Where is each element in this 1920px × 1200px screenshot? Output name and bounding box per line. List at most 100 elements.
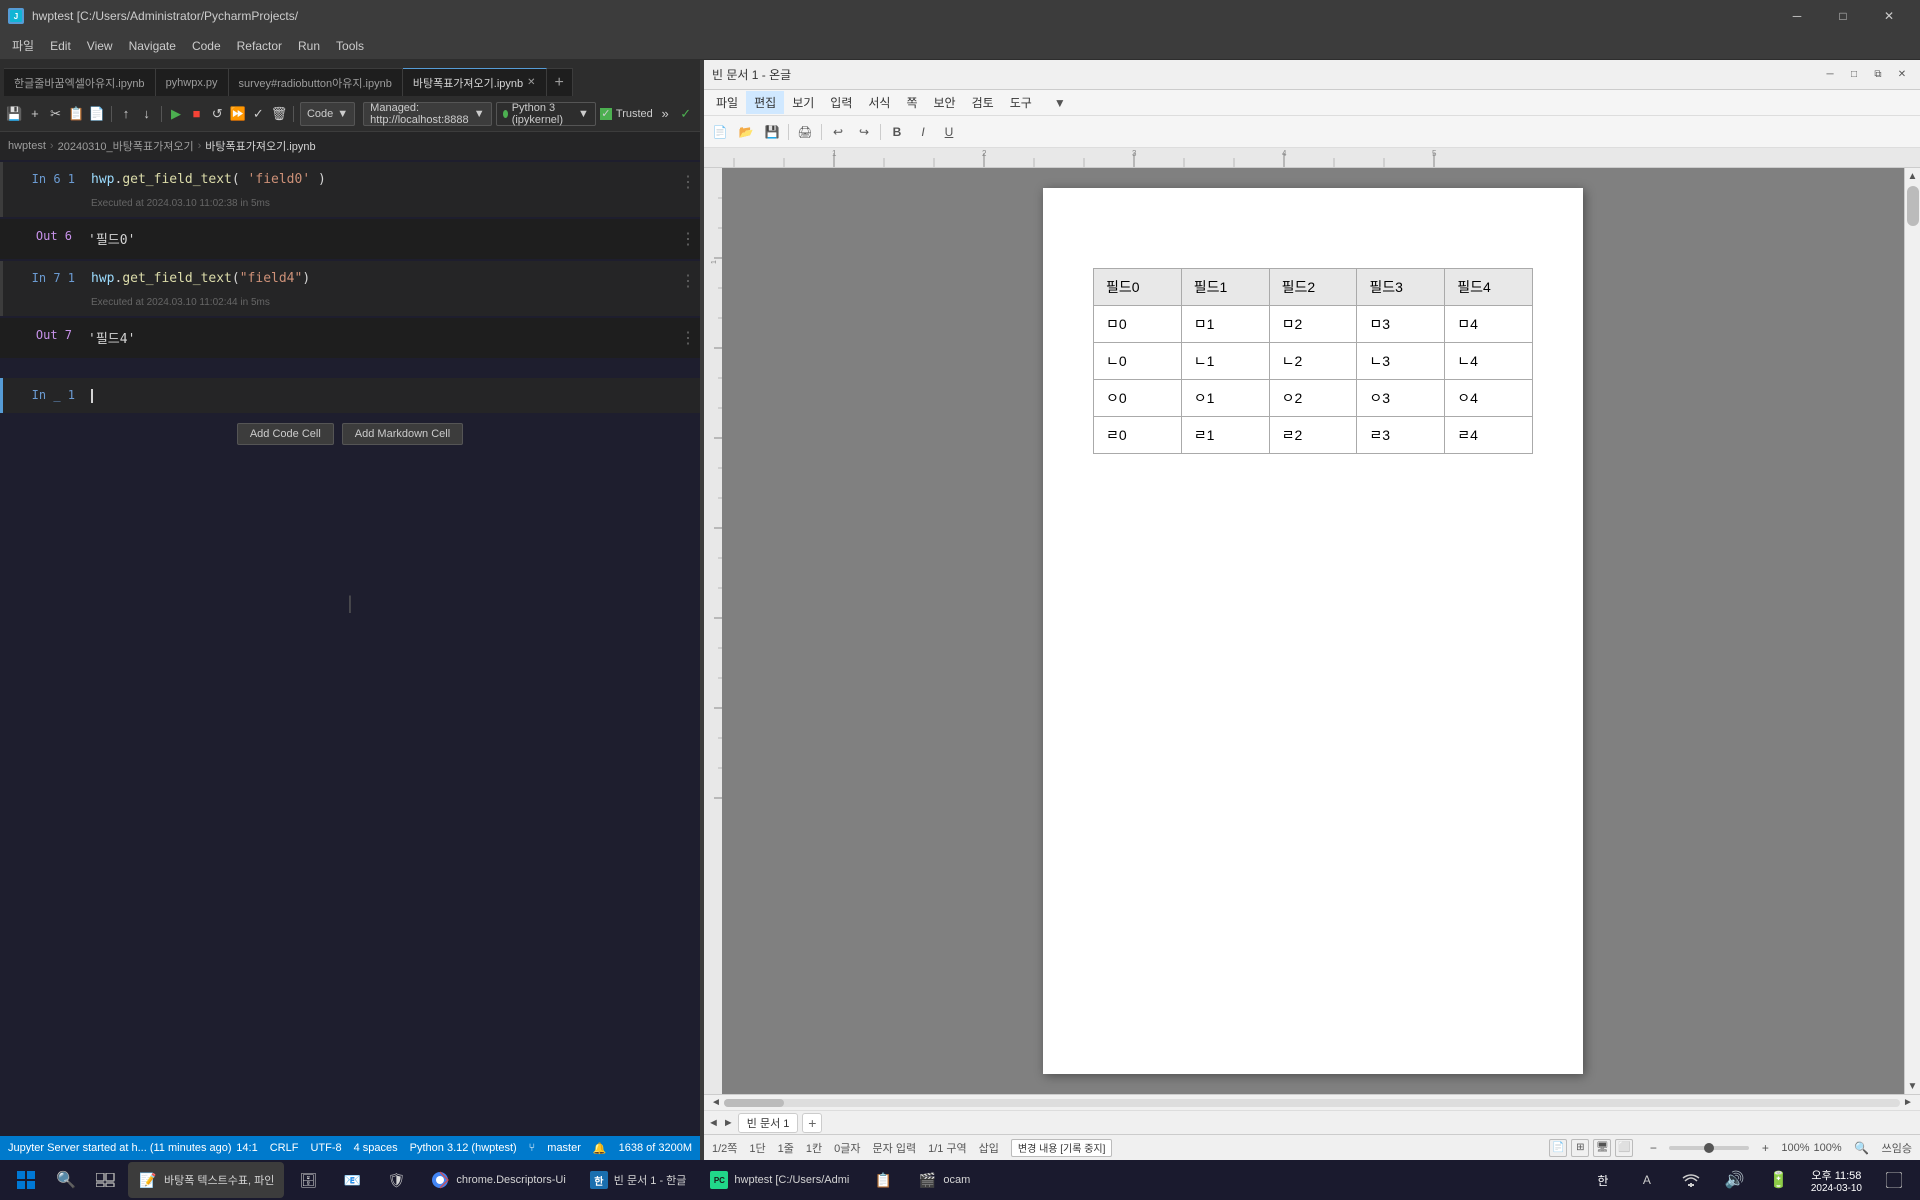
- paste-button[interactable]: 📄: [88, 102, 105, 126]
- cell-out-7-more[interactable]: ⋮: [676, 322, 700, 354]
- hwp-scroll-track[interactable]: [1905, 184, 1920, 1078]
- hwp-scroll-down[interactable]: ▼: [1905, 1078, 1920, 1094]
- menu-navigate[interactable]: Navigate: [121, 35, 184, 57]
- taskbar-app-clipboard[interactable]: 📋: [863, 1162, 903, 1198]
- cell-in-7-more[interactable]: ⋮: [676, 265, 700, 297]
- task-view-button[interactable]: [88, 1162, 124, 1198]
- tab-radiobutton[interactable]: survey#radiobutton아유지.ipynb: [229, 68, 403, 96]
- cell-input-code[interactable]: [83, 382, 700, 409]
- hwp-minimize-button[interactable]: ─: [1820, 65, 1840, 85]
- start-button[interactable]: [8, 1162, 44, 1198]
- breadcrumb-file[interactable]: 바탕폭표가져오기.ipynb: [205, 138, 315, 154]
- hwp-scroll-thumb[interactable]: [1907, 186, 1919, 226]
- tab-close-icon[interactable]: ✕: [527, 77, 535, 88]
- clear-button[interactable]: 🗑: [271, 102, 288, 126]
- menu-run[interactable]: Run: [290, 35, 328, 57]
- keyboard-icon[interactable]: 한: [1585, 1162, 1621, 1198]
- restart-run-button[interactable]: ⏩: [229, 102, 246, 126]
- menu-refactor[interactable]: Refactor: [229, 35, 290, 57]
- hwp-menu-review[interactable]: 검토: [964, 91, 1002, 114]
- hwp-view-btn-1[interactable]: 📄: [1549, 1139, 1567, 1157]
- ime-icon[interactable]: A: [1629, 1162, 1665, 1198]
- move-down-button[interactable]: ↓: [138, 102, 155, 126]
- hwp-zoom-thumb[interactable]: [1704, 1143, 1714, 1153]
- hwp-prev-tab[interactable]: ◄: [708, 1117, 719, 1129]
- hwp-menu-edit[interactable]: 편집: [746, 91, 784, 114]
- more-button[interactable]: »: [657, 102, 674, 126]
- cell-in-6-more[interactable]: ⋮: [676, 166, 700, 198]
- taskbar-app-explorer[interactable]: 🗄: [288, 1162, 328, 1198]
- trusted-checkbox[interactable]: ✓: [600, 108, 612, 120]
- clock-display[interactable]: 오후 11:58 2024-03-10: [1805, 1167, 1868, 1194]
- hwp-restore-button[interactable]: ⧉: [1868, 65, 1888, 85]
- hwp-scrollbar-h[interactable]: ◄ ►: [704, 1094, 1920, 1110]
- menu-code[interactable]: Code: [184, 35, 229, 57]
- hwp-zoom-in[interactable]: +: [1753, 1136, 1777, 1160]
- taskbar-app-mail[interactable]: 📧: [332, 1162, 372, 1198]
- server-dropdown[interactable]: Managed: http://localhost:8888 ▼: [363, 102, 491, 126]
- hwp-scroll-left[interactable]: ◄: [708, 1097, 724, 1109]
- hwp-print-button[interactable]: 🖨: [793, 120, 817, 144]
- add-code-cell-button[interactable]: Add Code Cell: [237, 423, 334, 445]
- breadcrumb-root[interactable]: hwptest: [8, 140, 46, 152]
- taskbar-app-ocam[interactable]: 🎬 ocam: [907, 1162, 980, 1198]
- minimize-button[interactable]: ─: [1774, 0, 1820, 32]
- cell-in-6-code[interactable]: hwp.get_field_text( 'field0' ): [83, 166, 676, 193]
- maximize-button[interactable]: □: [1820, 0, 1866, 32]
- stop-button[interactable]: ■: [188, 102, 205, 126]
- close-button[interactable]: ✕: [1866, 0, 1912, 32]
- hwp-magnifier-button[interactable]: 🔍: [1850, 1136, 1874, 1160]
- hwp-open-button[interactable]: 📂: [734, 120, 758, 144]
- hwp-menu-tools[interactable]: 도구: [1002, 91, 1040, 114]
- volume-icon[interactable]: 🔊: [1717, 1162, 1753, 1198]
- menu-edit[interactable]: Edit: [42, 35, 79, 57]
- hwp-undo-button[interactable]: ↩: [826, 120, 850, 144]
- hwp-menu-security[interactable]: 보안: [926, 91, 964, 114]
- hwp-scroll-up[interactable]: ▲: [1905, 168, 1920, 184]
- save-button[interactable]: 💾: [6, 102, 23, 126]
- hwp-menu-format[interactable]: 서식: [860, 91, 898, 114]
- hwp-redo-button[interactable]: ↪: [852, 120, 876, 144]
- notification-button[interactable]: [1876, 1162, 1912, 1198]
- hwp-tab-add[interactable]: +: [802, 1113, 822, 1133]
- hwp-italic-button[interactable]: I: [911, 120, 935, 144]
- hwp-page-area[interactable]: 필드0 필드1 필드2 필드3 필드4 ㅁ0 ㅁ1: [722, 168, 1904, 1094]
- hwp-menu-input[interactable]: 입력: [822, 91, 860, 114]
- search-button[interactable]: 🔍: [48, 1162, 84, 1198]
- cell-type-dropdown[interactable]: Code ▼: [300, 102, 355, 126]
- taskbar-app-hwp[interactable]: 한 빈 문서 1 - 한글: [580, 1162, 697, 1198]
- battery-icon[interactable]: 🔋: [1761, 1162, 1797, 1198]
- trusted-badge[interactable]: ✓ Trusted: [600, 102, 653, 126]
- empty-area[interactable]: |: [0, 453, 700, 753]
- hwp-menu-file[interactable]: 파일: [708, 91, 746, 114]
- tab-pyhwpx[interactable]: pyhwpx.py: [156, 68, 229, 96]
- hwp-close-button[interactable]: ✕: [1892, 65, 1912, 85]
- hwp-new-button[interactable]: 📄: [708, 120, 732, 144]
- add-cell-button[interactable]: +: [27, 102, 44, 126]
- hwp-next-tab[interactable]: ►: [723, 1117, 734, 1129]
- hwp-hscroll-track[interactable]: [724, 1099, 1900, 1107]
- cell-in-7-code[interactable]: hwp.get_field_text("field4"): [83, 265, 676, 292]
- taskbar-app-notepad[interactable]: 📝 바탕폭 텍스트수표, 파인: [128, 1162, 284, 1198]
- breadcrumb-folder[interactable]: 20240310_바탕폭표가져오기: [58, 138, 194, 154]
- taskbar-app-pycharm[interactable]: PC hwptest [C:/Users/Admi: [700, 1162, 859, 1198]
- hwp-hscroll-thumb[interactable]: [724, 1099, 784, 1107]
- menu-tools[interactable]: Tools: [328, 35, 372, 57]
- tab-barang[interactable]: 바탕폭표가져오기.ipynb ✕: [403, 68, 547, 96]
- hwp-view-btn-4[interactable]: ⬜: [1615, 1139, 1633, 1157]
- run-button[interactable]: ▶: [168, 102, 185, 126]
- hwp-view-btn-2[interactable]: ⊞: [1571, 1139, 1589, 1157]
- hwp-save-button[interactable]: 💾: [760, 120, 784, 144]
- move-up-button[interactable]: ↑: [118, 102, 135, 126]
- hwp-menu-view[interactable]: 보기: [784, 91, 822, 114]
- hwp-scrollbar-v[interactable]: ▲ ▼: [1904, 168, 1920, 1094]
- hwp-menu-page[interactable]: 쪽: [898, 91, 925, 114]
- code-check-button[interactable]: ✓: [250, 102, 267, 126]
- hwp-tab-doc1[interactable]: 빈 문서 1: [738, 1113, 799, 1133]
- menu-file[interactable]: 파일: [4, 33, 42, 58]
- hwp-scroll-right[interactable]: ►: [1900, 1097, 1916, 1109]
- copy-button[interactable]: 📋: [68, 102, 85, 126]
- hwp-zoom-slider[interactable]: [1669, 1146, 1749, 1150]
- add-markdown-cell-button[interactable]: Add Markdown Cell: [342, 423, 463, 445]
- hwp-change-notice-btn[interactable]: 변경 내용 [기록 중지]: [1011, 1139, 1113, 1157]
